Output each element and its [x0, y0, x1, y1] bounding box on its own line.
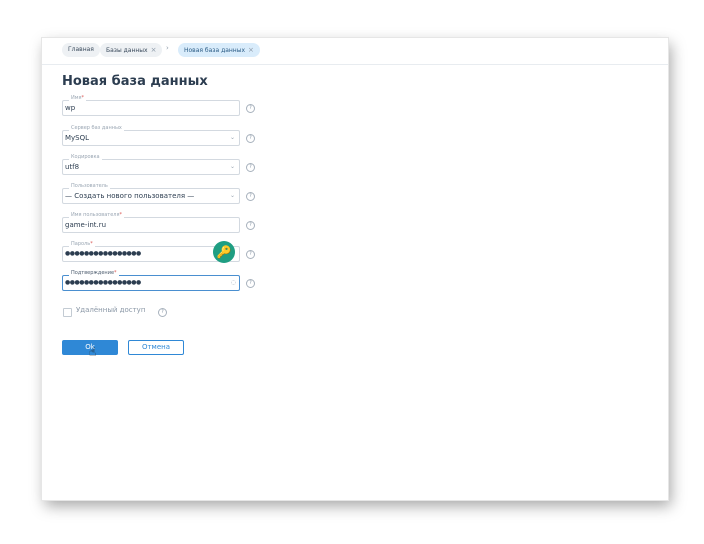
chevron-down-icon: ⌄: [229, 192, 235, 199]
breadcrumb: Главная Базы данных × › Новая база данных…: [42, 38, 668, 65]
confirm-password-field[interactable]: Подтверждение* ●●●●●●●●●●●●●●●● ◌: [62, 270, 240, 291]
user-select[interactable]: Пользователь — Создать нового пользовате…: [62, 183, 240, 204]
username-value: game-int.ru: [65, 221, 107, 229]
server-label: Сервер баз данных: [69, 125, 124, 132]
crumb-databases[interactable]: Базы данных ×: [100, 43, 163, 57]
close-icon[interactable]: ×: [151, 46, 157, 54]
name-value: wp: [65, 104, 76, 112]
crumb-new-database-label: Новая база данных: [184, 47, 246, 54]
chevron-right-icon: ›: [166, 44, 169, 52]
name-label: Имя*: [69, 95, 87, 102]
crumb-new-database[interactable]: Новая база данных ×: [178, 43, 260, 57]
help-icon[interactable]: ?: [158, 308, 167, 317]
username-field[interactable]: Имя пользователя* game-int.ru: [62, 212, 240, 233]
user-label: Пользователь: [69, 183, 110, 190]
pointer-cursor-icon: ☝: [89, 345, 97, 359]
encoding-select[interactable]: Кодировка utf8 ⌄: [62, 154, 240, 175]
eye-icon[interactable]: ◌: [231, 278, 236, 288]
encoding-label: Кодировка: [69, 154, 102, 161]
crumb-home-label: Главная: [68, 46, 94, 53]
chevron-down-icon: ⌄: [229, 163, 235, 170]
remote-access-label: Удалённый доступ: [76, 306, 146, 314]
confirm-label: Подтверждение*: [69, 270, 119, 277]
server-select[interactable]: Сервер баз данных MySQL ⌄: [62, 125, 240, 146]
user-value: — Создать нового пользователя —: [65, 192, 195, 200]
help-icon[interactable]: ?: [246, 250, 255, 259]
app-window: Главная Базы данных × › Новая база данных…: [42, 38, 668, 500]
help-icon[interactable]: ?: [246, 279, 255, 288]
help-icon[interactable]: ?: [246, 134, 255, 143]
cancel-button[interactable]: Отмена: [128, 340, 184, 355]
crumb-databases-label: Базы данных: [106, 47, 148, 54]
confirm-value: ●●●●●●●●●●●●●●●●: [65, 279, 141, 286]
help-icon[interactable]: ?: [246, 104, 255, 113]
name-field[interactable]: Имя* wp: [62, 95, 240, 116]
remote-access-checkbox[interactable]: [63, 308, 72, 317]
key-icon[interactable]: 🔑: [213, 241, 235, 263]
help-icon[interactable]: ?: [246, 221, 255, 230]
password-label: Пароль*: [69, 241, 95, 248]
close-icon[interactable]: ×: [248, 46, 254, 54]
page-title: Новая база данных: [62, 74, 208, 89]
crumb-home[interactable]: Главная: [62, 43, 100, 57]
password-value: ●●●●●●●●●●●●●●●●: [65, 250, 141, 257]
username-label: Имя пользователя*: [69, 212, 125, 219]
chevron-down-icon: ⌄: [229, 134, 235, 141]
help-icon[interactable]: ?: [246, 163, 255, 172]
encoding-value: utf8: [65, 163, 80, 171]
help-icon[interactable]: ?: [246, 192, 255, 201]
server-value: MySQL: [65, 134, 90, 142]
